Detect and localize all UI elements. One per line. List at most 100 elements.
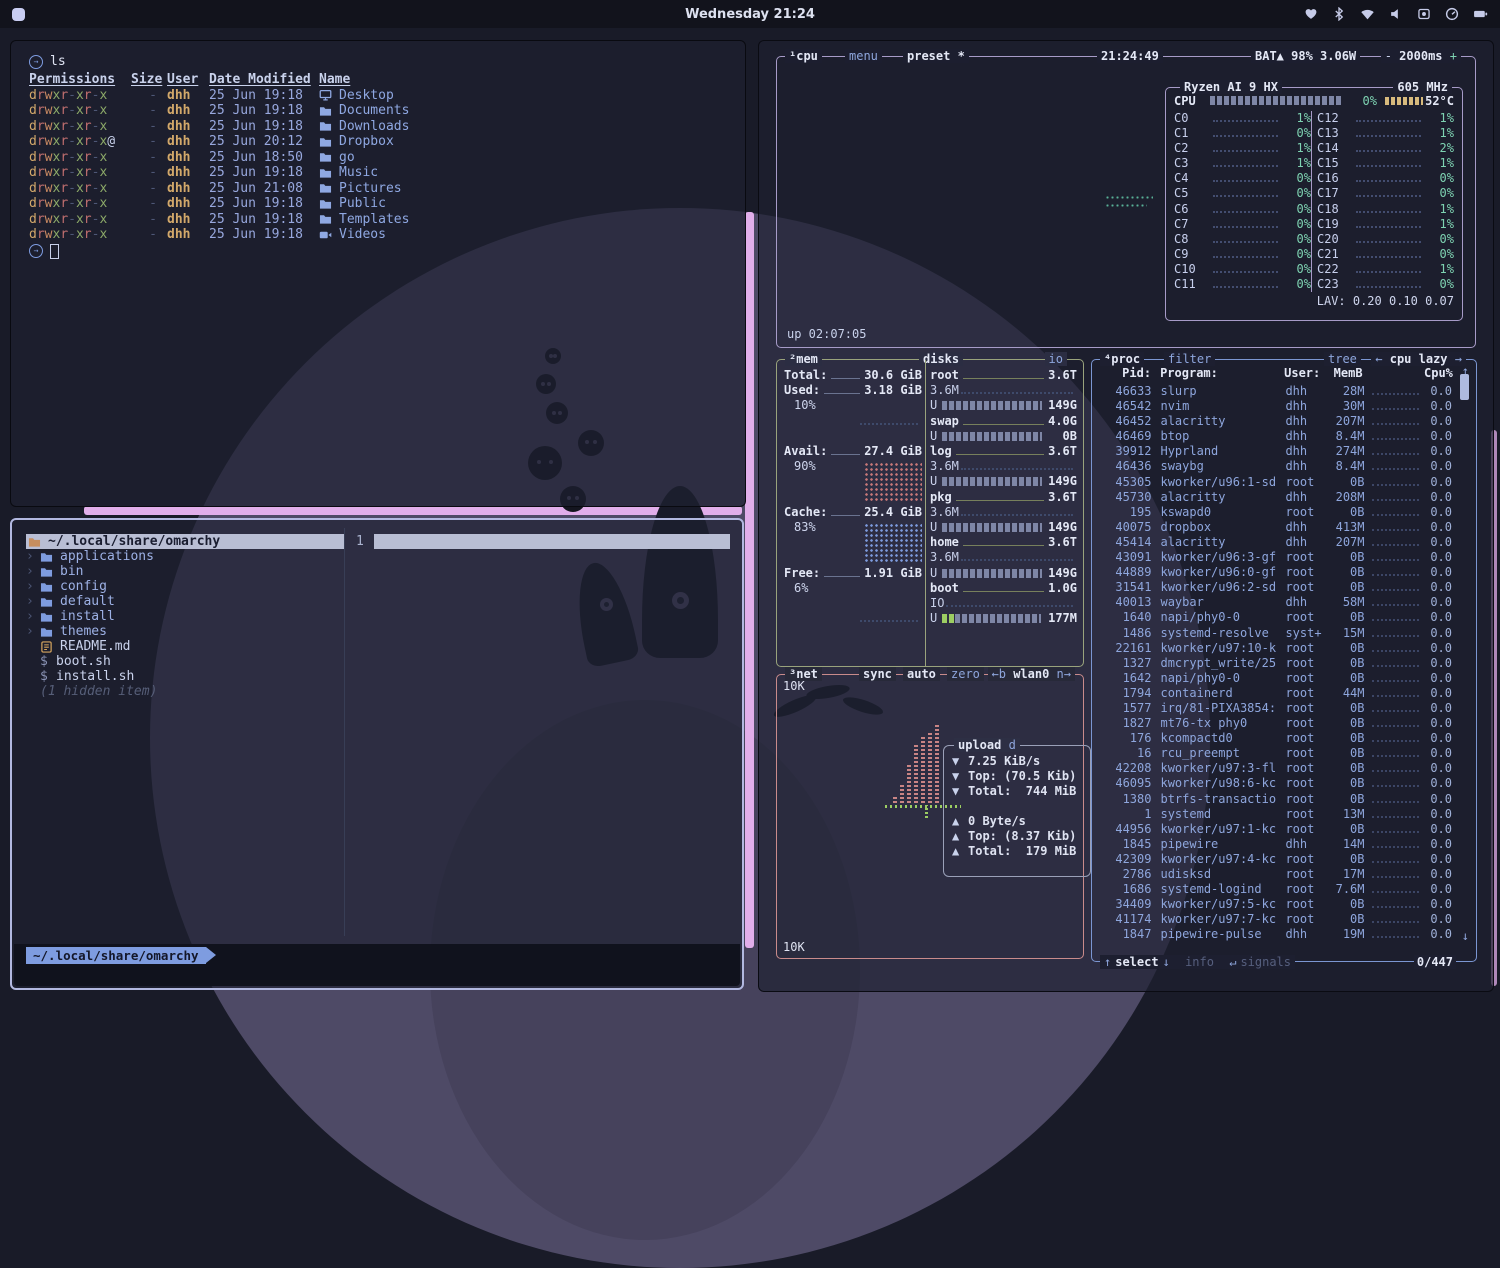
folder-icon [28, 535, 42, 549]
process-row[interactable]: 1845pipewiredhh14M0.0 [1100, 837, 1452, 852]
process-row[interactable]: 1642napi/phy0-0root0B0.0 [1100, 671, 1452, 686]
iface-prev-button[interactable]: ←b [992, 667, 1006, 681]
arrow-down-icon[interactable]: ↓ [1163, 955, 1170, 969]
bluetooth-icon[interactable] [1332, 7, 1346, 21]
signals-button[interactable]: signals [1240, 955, 1291, 969]
process-row[interactable]: 41174kworker/u97:7-kcroot0B0.0 [1100, 912, 1452, 927]
interval-minus-button[interactable]: - [1385, 49, 1392, 63]
tree-item-dir[interactable]: ›install [26, 609, 344, 624]
file-name: Public [339, 196, 386, 212]
update-interval-control[interactable]: - 2000ms + [1381, 49, 1461, 63]
process-row[interactable]: 1827mt76-tx phy0root0B0.0 [1100, 716, 1452, 731]
tree-item-script[interactable]: $boot.sh [26, 654, 344, 669]
process-row[interactable]: 1847pipewire-pulsedhh19M0.0 [1100, 927, 1452, 942]
process-row[interactable]: 1380btrfs-transactioroot0B0.0 [1100, 792, 1452, 807]
process-row[interactable]: 1577irq/81-PIXA3854:root0B0.0 [1100, 701, 1452, 716]
process-row[interactable]: 44956kworker/u97:1-kcroot0B0.0 [1100, 822, 1452, 837]
header-memb[interactable]: MemB [1326, 366, 1362, 380]
tree-item-dir[interactable]: ›applications [26, 549, 344, 564]
tree-item-script[interactable]: $install.sh [26, 669, 344, 684]
process-row[interactable]: 43091kworker/u96:3-gfroot0B0.0 [1100, 550, 1452, 565]
process-row[interactable]: 1640napi/phy0-0root0B0.0 [1100, 610, 1452, 625]
core-row: C230% [1317, 277, 1454, 292]
tree-item-dir[interactable]: ›default [26, 594, 344, 609]
process-row[interactable]: 46095kworker/u98:6-kcroot0B0.0 [1100, 776, 1452, 791]
process-row[interactable]: 22161kworker/u97:10-kroot0B0.0 [1100, 641, 1452, 656]
net-auto-toggle[interactable]: auto [903, 667, 940, 681]
terminal-window[interactable]: → ls Permissions Size User Date Modified… [10, 40, 746, 507]
process-row[interactable]: 45730alacrittydhh208M0.0 [1100, 490, 1452, 505]
path-breadcrumb[interactable]: ~/.local/share/omarchy [26, 947, 206, 964]
tree-item-file[interactable]: README.md [26, 639, 344, 654]
tree-item-current-dir[interactable]: ~/.local/share/omarchy [26, 534, 344, 549]
arrow-up-icon[interactable]: ↑ [1104, 955, 1111, 969]
iface-next-button[interactable]: n→ [1057, 667, 1071, 681]
menu-button[interactable]: menu [845, 49, 882, 63]
header-user[interactable]: User: [1284, 366, 1326, 380]
process-row[interactable]: 34409kworker/u97:5-kcroot0B0.0 [1100, 897, 1452, 912]
process-row[interactable]: 40075dropboxdhh413M0.0 [1100, 520, 1452, 535]
net-zero-toggle[interactable]: zero [947, 667, 984, 681]
mem-stat-percent: 90% [794, 459, 816, 473]
file-owner: dhh [167, 181, 209, 197]
process-row[interactable]: 39912Hyprlanddhh274M0.0 [1100, 444, 1452, 459]
tab-proc[interactable]: ⁴proc [1100, 352, 1144, 366]
proc-sort-control[interactable]: ← cpu lazy → [1371, 352, 1466, 366]
info-button[interactable]: info [1185, 955, 1214, 969]
sort-prev-button[interactable]: ← [1375, 352, 1382, 366]
process-row[interactable]: 1327dmcrypt_write/25root0B0.0 [1100, 656, 1452, 671]
process-row[interactable]: 44889kworker/u96:0-gfroot0B0.0 [1100, 565, 1452, 580]
process-row[interactable]: 176kcompactd0root0B0.0 [1100, 731, 1452, 746]
header-pid[interactable]: Pid: [1100, 366, 1151, 380]
io-mode-toggle[interactable]: io [1045, 352, 1067, 366]
process-row[interactable]: 46436swaybgdhh8.4M0.0 [1100, 459, 1452, 474]
process-row[interactable]: 46469btopdhh8.4M0.0 [1100, 429, 1452, 444]
capture-icon[interactable] [1417, 7, 1431, 21]
core-row: C40% [1174, 171, 1311, 186]
process-row[interactable]: 45305kworker/u96:1-sdroot0B0.0 [1100, 475, 1452, 490]
cpu-model-label: Ryzen AI 9 HX [1180, 80, 1282, 94]
net-interface-switcher[interactable]: ←b wlan0 n→ [988, 667, 1076, 681]
tree-item-dir[interactable]: ›themes [26, 624, 344, 639]
process-row[interactable]: 1686systemd-logindroot7.6M0.0 [1100, 882, 1452, 897]
process-row[interactable]: 40013waybardhh58M0.0 [1100, 595, 1452, 610]
volume-icon[interactable] [1389, 7, 1403, 21]
process-row[interactable]: 45414alacrittydhh207M0.0 [1100, 535, 1452, 550]
gauge-icon[interactable] [1445, 7, 1459, 21]
process-row[interactable]: 16rcu_preemptroot0B0.0 [1100, 746, 1452, 761]
net-sync-toggle[interactable]: sync [859, 667, 896, 681]
prompt-line[interactable]: → [29, 243, 735, 260]
process-row[interactable]: 31541kworker/u96:2-sdroot0B0.0 [1100, 580, 1452, 595]
cpu-graph-trace [1105, 203, 1147, 208]
process-row[interactable]: 46633slurpdhh28M0.0 [1100, 384, 1452, 399]
process-row[interactable]: 42309kworker/u97:4-kcroot0B0.0 [1100, 852, 1452, 867]
tree-item-dir[interactable]: ›bin [26, 564, 344, 579]
process-row[interactable]: 1486systemd-resolvesyst+15M0.0 [1100, 626, 1452, 641]
file-manager-window[interactable]: ~/.local/share/omarchy›applications›bin›… [10, 518, 744, 990]
process-row[interactable]: 46452alacrittydhh207M0.0 [1100, 414, 1452, 429]
process-table-header[interactable]: Pid: Program: User: MemB Cpu% [1100, 366, 1452, 380]
interval-plus-button[interactable]: + [1450, 49, 1457, 63]
process-row[interactable]: 2786udisksdroot17M0.0 [1100, 867, 1452, 882]
preset-button[interactable]: preset * [903, 49, 969, 63]
header-cpu[interactable]: Cpu% [1424, 366, 1452, 380]
preview-selected-line[interactable] [374, 534, 730, 549]
header-program[interactable]: Program: [1160, 366, 1284, 380]
process-row[interactable]: 195kswapd0root0B0.0 [1100, 505, 1452, 520]
process-row[interactable]: 1794containerdroot44M0.0 [1100, 686, 1452, 701]
wifi-icon[interactable] [1360, 7, 1375, 21]
battery-icon[interactable] [1473, 7, 1488, 21]
process-row[interactable]: 42208kworker/u97:3-flroot0B0.0 [1100, 761, 1452, 776]
proc-filter-button[interactable]: filter [1164, 352, 1215, 366]
process-row[interactable]: 46542nvimdhh30M0.0 [1100, 399, 1452, 414]
btop-window[interactable]: ¹cpu menu preset * 21:24:49 BAT▲ 98% 3.0… [758, 40, 1494, 992]
proc-tree-toggle[interactable]: tree [1324, 352, 1361, 366]
process-row[interactable]: 1systemdroot13M0.0 [1100, 807, 1452, 822]
select-label[interactable]: select [1115, 955, 1158, 969]
process-scrollbar[interactable] [1460, 374, 1469, 400]
tree-item-dir[interactable]: ›config [26, 579, 344, 594]
scroll-down-icon[interactable]: ↓ [1462, 929, 1469, 943]
tab-cpu[interactable]: ¹cpu [785, 49, 822, 63]
heart-icon[interactable] [1304, 7, 1318, 21]
upload-stat-row: ▲Total: 179 MiB [952, 844, 1086, 859]
